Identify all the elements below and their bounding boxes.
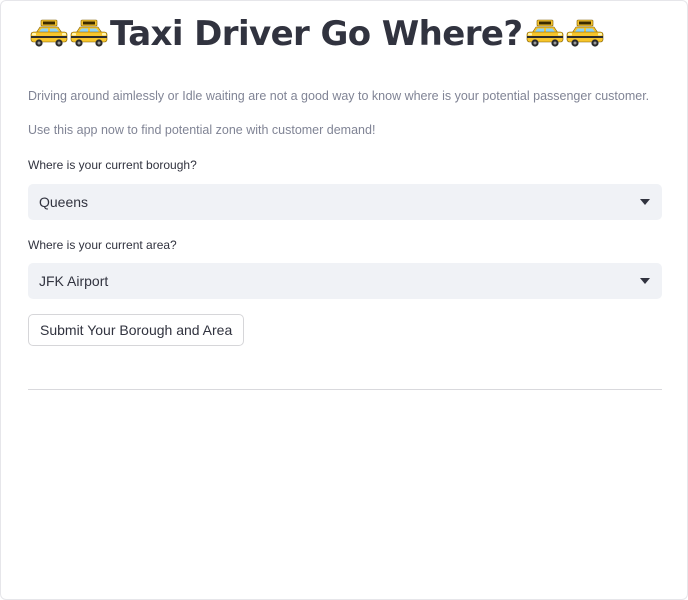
borough-select-value: Queens bbox=[39, 194, 89, 210]
area-select-label: Where is your current area? bbox=[28, 238, 177, 252]
title-leading-icons bbox=[28, 19, 108, 49]
chevron-down-icon bbox=[640, 199, 650, 205]
page-title-text: Taxi Driver Go Where? bbox=[110, 14, 523, 54]
borough-select-label: Where is your current borough? bbox=[28, 158, 197, 172]
taxi-icon bbox=[564, 19, 606, 49]
taxi-icon bbox=[524, 19, 566, 49]
intro-paragraph-1: Driving around aimlessly or Idle waiting… bbox=[28, 89, 650, 103]
borough-select[interactable]: Queens bbox=[28, 184, 662, 220]
taxi-icon bbox=[68, 19, 110, 49]
intro-paragraph-2: Use this app now to find potential zone … bbox=[28, 123, 376, 137]
taxi-icon bbox=[28, 19, 70, 49]
submit-borough-area-button[interactable]: Submit Your Borough and Area bbox=[28, 314, 245, 346]
area-select-value: JFK Airport bbox=[39, 273, 109, 289]
chevron-down-icon bbox=[640, 278, 650, 284]
divider bbox=[28, 389, 662, 390]
page-title: Taxi Driver Go Where? bbox=[28, 12, 604, 56]
title-trailing-icons bbox=[524, 19, 604, 49]
area-select[interactable]: JFK Airport bbox=[28, 263, 662, 299]
